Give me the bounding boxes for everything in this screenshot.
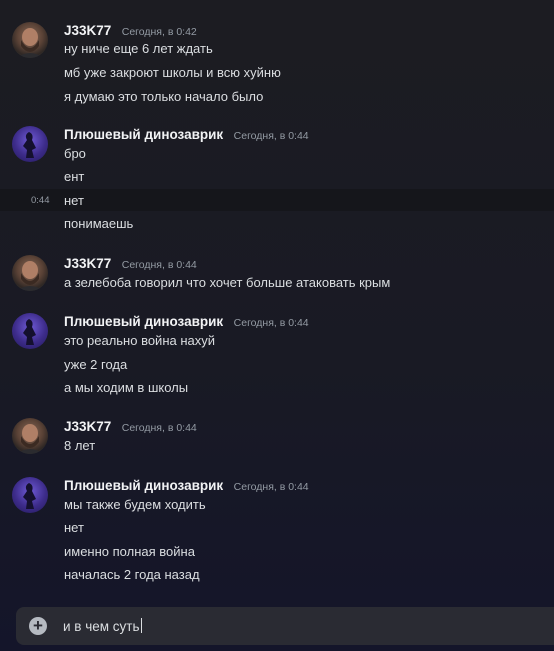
message-composer[interactable]: + и в чем суть — [16, 607, 554, 645]
message-timestamp: Сегодня, в 0:44 — [121, 422, 197, 434]
message-line: это реально война нахуй — [64, 333, 216, 348]
author-name[interactable]: J33K77 — [64, 256, 111, 271]
message-timestamp: Сегодня, в 0:44 — [121, 259, 197, 271]
message-header: J33K77 Сегодня, в 0:44 — [64, 255, 197, 273]
avatar[interactable] — [12, 255, 48, 291]
author-name[interactable]: Плюшевый динозаврик — [64, 314, 223, 329]
bearded-man-avatar-icon — [16, 261, 44, 291]
message-line: бро — [64, 146, 86, 161]
bearded-man-avatar-icon — [16, 28, 44, 58]
message-timestamp: Сегодня, в 0:44 — [233, 130, 309, 142]
text-caret — [140, 618, 142, 633]
message-line: а зелебоба говорил что хочет больше атак… — [64, 275, 391, 290]
plus-circle-icon[interactable]: + — [29, 617, 47, 635]
message-line: мы также будем ходить — [64, 497, 206, 512]
message-line: ент — [64, 169, 85, 184]
purple-silhouette-avatar-icon — [23, 132, 36, 158]
message-line: нет — [64, 520, 84, 535]
message-line: 8 лет — [64, 438, 96, 453]
message-line: нет — [64, 193, 84, 208]
purple-silhouette-avatar-icon — [23, 319, 36, 345]
avatar[interactable] — [12, 126, 48, 162]
message-line: а мы ходим в школы — [64, 380, 189, 395]
hover-timestamp: 0:44 — [31, 195, 50, 206]
bearded-man-avatar-icon — [16, 424, 44, 454]
avatar[interactable] — [12, 22, 48, 58]
author-name[interactable]: J33K77 — [64, 23, 111, 38]
message-timestamp: Сегодня, в 0:44 — [233, 317, 309, 329]
message-line: уже 2 года — [64, 357, 128, 372]
message-line: я думаю это только начало было — [64, 89, 264, 104]
avatar[interactable] — [12, 313, 48, 349]
message-timestamp: Сегодня, в 0:44 — [233, 481, 309, 493]
message-header: J33K77 Сегодня, в 0:42 — [64, 22, 197, 40]
author-name[interactable]: J33K77 — [64, 419, 111, 434]
message-header: J33K77 Сегодня, в 0:44 — [64, 418, 197, 436]
message-input[interactable]: и в чем суть — [63, 618, 142, 634]
message-line: понимаешь — [64, 216, 134, 231]
message-line: ну ниче еще 6 лет ждать — [64, 41, 213, 56]
message-header: Плюшевый динозаврик Сегодня, в 0:44 — [64, 477, 309, 495]
purple-silhouette-avatar-icon — [23, 483, 36, 509]
message-input-value: и в чем суть — [63, 619, 140, 634]
message-timestamp: Сегодня, в 0:42 — [121, 26, 197, 38]
message-line: мб уже закроют школы и всю хуйню — [64, 65, 281, 80]
message-header: Плюшевый динозаврик Сегодня, в 0:44 — [64, 126, 309, 144]
avatar[interactable] — [12, 477, 48, 513]
author-name[interactable]: Плюшевый динозаврик — [64, 127, 223, 142]
message-line: началась 2 года назад — [64, 567, 200, 582]
message-header: Плюшевый динозаврик Сегодня, в 0:44 — [64, 313, 309, 331]
message-line: именно полная война — [64, 544, 195, 559]
message-list: 0:44 J33K77 Сегодня, в 0:42 ну ниче еще … — [0, 0, 554, 600]
avatar[interactable] — [12, 418, 48, 454]
author-name[interactable]: Плюшевый динозаврик — [64, 478, 223, 493]
